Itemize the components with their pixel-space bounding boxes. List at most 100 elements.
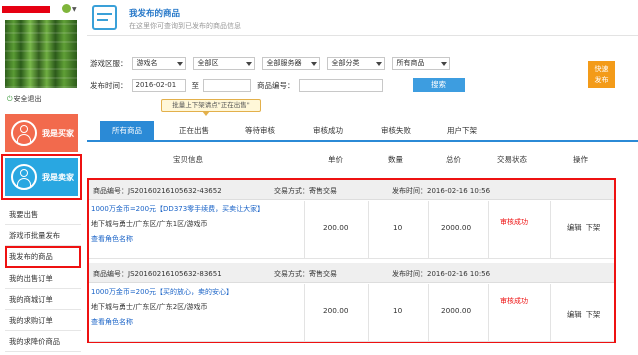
page-title: 我发布的商品 [129,9,181,19]
date-from-input[interactable]: 2016-02-01 [131,78,186,92]
goods-no: 商品编号：JS20160216105632-83651 [93,270,222,278]
order-body: 1000万金币=200元【买的放心，卖的安心】 地下城与勇士/广东区/广东2区/… [89,284,614,342]
goods-desc: 地下城与勇士/广东区/广东1区/游戏币 [91,220,208,228]
sidebar-item-buy-requests[interactable]: 我的求购订单 [5,310,81,332]
sidebar-item-sell-orders[interactable]: 我的出售订单 [5,268,81,289]
divider [368,201,369,259]
divider [488,284,489,342]
role-seller-label: 我是卖家 [42,173,74,182]
chevron-down-icon: ▼ [72,6,77,13]
avatar[interactable] [5,20,77,88]
document-icon [92,5,117,30]
col-header-actions: 操作 [573,155,588,164]
col-header-price: 单价 [328,155,343,164]
tab-all[interactable]: 所有商品 [100,121,154,142]
unit-price: 200.00 [323,306,349,315]
list-item: 商品编号：JS20160216105632-43652 交易方式：寄售交易 发布… [89,180,614,260]
goods-desc: 地下城与勇士/广东区/广东2区/游戏币 [91,303,208,311]
quantity: 10 [393,223,403,232]
status-badge: 审核成功 [500,218,528,226]
bulk-tip-tooltip: 批量上下架请点"正在出售" [161,99,261,116]
goods-no-input[interactable] [298,78,383,92]
goods-select[interactable]: 所有商品 [391,56,450,70]
divider [368,284,369,342]
role-buyer-button[interactable]: 我是买家 [5,114,78,152]
publish-time: 发布时间：2016-02-16 10:56 [392,187,491,195]
total-price: 2000.00 [441,223,472,232]
delist-link[interactable]: 下架 [586,310,601,319]
logout-icon: ⏻ [7,95,13,103]
trade-type: 交易方式：寄售交易 [274,270,337,278]
goods-title-link[interactable]: 1000万金币=200元【买的放心，卖的安心】 [91,287,233,297]
view-role-link[interactable]: 查看角色名称 [91,317,133,327]
col-header-total: 总价 [446,155,461,164]
status-tabs: 所有商品 正在出售 等待审核 审核成功 审核失败 用户下架 [87,118,638,142]
sidebar: ▼ ⏻安全退出 我是买家 我是卖家 我要出售 游戏币批量发布 我发布的商品 我的… [0,0,82,355]
col-header-qty: 数量 [388,155,403,164]
search-button[interactable]: 搜索 [412,78,465,92]
tab-rejected[interactable]: 审核失败 [371,121,421,142]
time-label: 发布时间： [90,80,128,90]
sidebar-item-sell[interactable]: 我要出售 [5,204,81,226]
total-price: 2000.00 [441,306,472,315]
caret-down-icon [375,61,382,66]
publish-time: 发布时间：2016-02-16 10:56 [392,270,491,278]
caret-down-icon [310,61,317,66]
date-to-input[interactable] [203,78,251,92]
filter-row-region: 游戏区服： 游戏名 全部区 全部服务器 全部分类 所有商品 [90,56,450,70]
role-buyer-label: 我是买家 [42,129,74,138]
caret-down-icon [176,61,183,66]
order-header: 商品编号：JS20160216105632-43652 交易方式：寄售交易 发布… [89,180,614,200]
delist-link[interactable]: 下架 [586,223,601,232]
page-subtitle: 在这里你可查询到已发布的商品信息 [129,22,241,30]
caret-down-icon [245,61,252,66]
divider [428,284,429,342]
sidebar-item-price-requests[interactable]: 我的求降价商品 [5,331,81,353]
online-status-icon [62,4,71,13]
table-header: 宝贝信息 单价 数量 总价 交易状态 操作 [87,146,638,172]
tab-approved[interactable]: 审核成功 [303,121,353,142]
game-select[interactable]: 游戏名 [131,56,186,70]
trade-type: 交易方式：寄售交易 [274,187,337,195]
user-menu-toggle[interactable]: ▼ [62,4,77,14]
filter-row-time: 发布时间： 2016-02-01 至 商品编号： 搜索 [90,78,465,92]
sidebar-item-my-published[interactable]: 我发布的商品 [5,246,81,268]
edit-link[interactable]: 编辑 [567,223,582,232]
server-select[interactable]: 全部服务器 [261,56,320,70]
sidebar-item-mall-orders[interactable]: 我的商城订单 [5,289,81,310]
order-list: 商品编号：JS20160216105632-43652 交易方式：寄售交易 发布… [87,178,616,343]
region-label: 游戏区服： [90,58,128,68]
filter-panel: 游戏区服： 游戏名 全部区 全部服务器 全部分类 所有商品 发布时间： 2016… [87,44,638,100]
order-header: 商品编号：JS20160216105632-83651 交易方式：寄售交易 发布… [89,263,614,283]
view-role-link[interactable]: 查看角色名称 [91,234,133,244]
quantity: 10 [393,306,403,315]
goods-title-link[interactable]: 1000万金币=200元【DD373零手续费，买卖让大家】 [91,204,264,214]
logout-link[interactable]: ⏻安全退出 [7,94,42,104]
main-content: 我发布的商品 在这里你可查询到已发布的商品信息 游戏区服： 游戏名 全部区 全部… [87,0,638,355]
user-icon [11,120,37,146]
divider [550,201,551,259]
tab-delisted[interactable]: 用户下架 [437,121,487,142]
user-info-bar: ▼ [0,0,82,18]
goods-no-label: 商品编号： [257,80,295,90]
edit-link[interactable]: 编辑 [567,310,582,319]
to-label: 至 [191,80,200,90]
status-badge: 审核成功 [500,297,528,305]
order-actions: 编辑 下架 [567,223,604,233]
area-select[interactable]: 全部区 [192,56,255,70]
quick-publish-button[interactable]: 快速发布 [588,61,615,88]
tab-on-sale[interactable]: 正在出售 [169,121,219,142]
tab-pending[interactable]: 等待审核 [235,121,285,142]
page-header: 我发布的商品 在这里你可查询到已发布的商品信息 [87,0,638,36]
sidebar-item-bulk-publish[interactable]: 游戏币批量发布 [5,225,81,247]
divider [304,284,305,342]
list-item: 商品编号：JS20160216105632-83651 交易方式：寄售交易 发布… [89,263,614,343]
divider [488,201,489,259]
col-header-status: 交易状态 [497,155,527,164]
role-seller-button[interactable]: 我是卖家 [1,154,82,200]
order-actions: 编辑 下架 [567,310,604,320]
unit-price: 200.00 [323,223,349,232]
category-select[interactable]: 全部分类 [326,56,385,70]
logout-label: 安全退出 [13,95,42,103]
username-redacted [2,6,50,13]
